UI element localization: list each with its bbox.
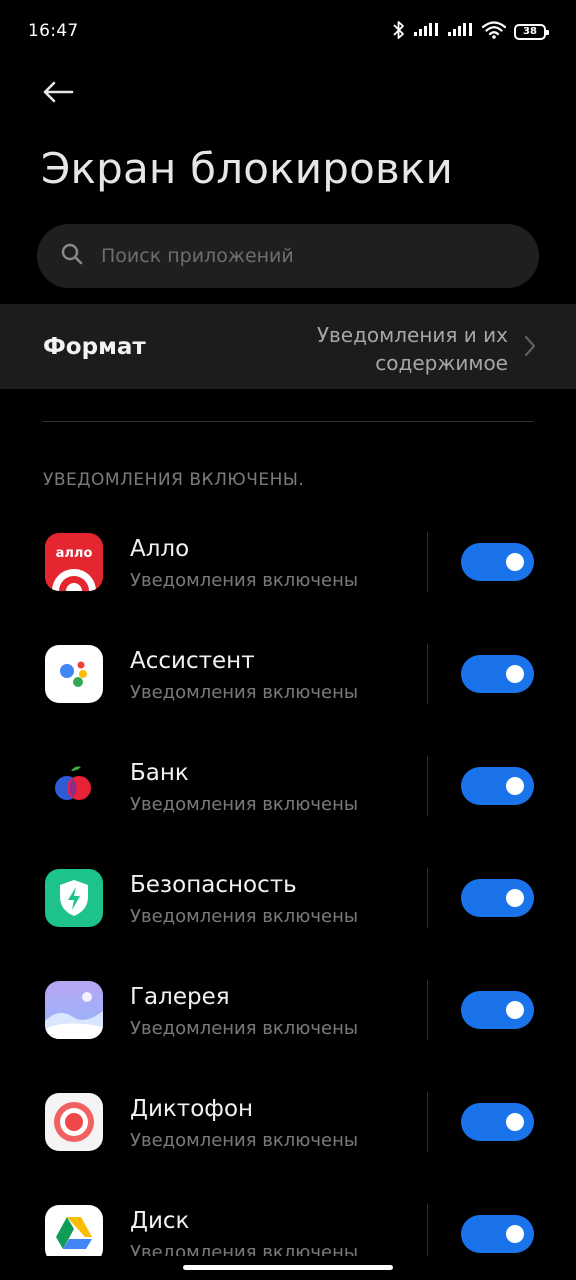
row-separator (427, 532, 428, 592)
battery-level: 38 (523, 26, 537, 37)
divider (43, 421, 533, 422)
format-value-line-2: содержимое (375, 351, 508, 375)
app-name: Галерея (130, 984, 230, 1010)
status-icons: 38 (392, 20, 549, 44)
app-status: Уведомления включены (130, 794, 359, 815)
row-separator (427, 756, 428, 816)
app-name: Банк (130, 760, 189, 786)
app-row-allo[interactable]: алло Алло Уведомления включены (0, 506, 576, 618)
app-status: Уведомления включены (130, 1018, 359, 1039)
status-time: 16:47 (28, 21, 79, 41)
format-value: Уведомления и их содержимое (317, 321, 508, 377)
recorder-app-icon (45, 1093, 103, 1151)
search-icon (61, 243, 83, 269)
app-row-security[interactable]: Безопасность Уведомления включены (0, 842, 576, 954)
toggle-knob (506, 1113, 524, 1131)
toggle-security[interactable] (461, 879, 534, 917)
app-name: Алло (130, 536, 190, 562)
row-separator (427, 1204, 428, 1256)
security-app-icon (45, 869, 103, 927)
toggle-drive[interactable] (461, 1215, 534, 1253)
app-status: Уведомления включены (130, 906, 359, 927)
app-name: Диск (130, 1208, 190, 1234)
section-header: УВЕДОМЛЕНИЯ ВКЛЮЧЕНЫ. (43, 470, 305, 490)
format-value-line-1: Уведомления и их (316, 323, 508, 347)
app-status: Уведомления включены (130, 570, 359, 591)
toggle-knob (506, 1001, 524, 1019)
assistant-app-icon (45, 645, 103, 703)
toggle-gallery[interactable] (461, 991, 534, 1029)
toggle-assistant[interactable] (461, 655, 534, 693)
app-row-recorder[interactable]: Диктофон Уведомления включены (0, 1066, 576, 1178)
app-row-drive[interactable]: Диск Уведомления включены (0, 1178, 576, 1256)
search-box[interactable] (37, 224, 539, 288)
app-name: Ассистент (130, 648, 255, 674)
gallery-app-icon (45, 981, 103, 1039)
search-input[interactable] (99, 244, 483, 268)
toggle-bank[interactable] (461, 767, 534, 805)
app-name: Безопасность (130, 872, 297, 898)
row-separator (427, 1092, 428, 1152)
app-row-bank[interactable]: Банк Уведомления включены (0, 730, 576, 842)
toggle-recorder[interactable] (461, 1103, 534, 1141)
bank-app-icon (45, 757, 103, 815)
app-list[interactable]: алло Алло Уведомления включены Ассистент… (0, 506, 576, 1256)
app-status: Уведомления включены (130, 1130, 359, 1151)
toggle-knob (506, 1225, 524, 1243)
drive-app-icon (45, 1205, 103, 1256)
wifi-icon (481, 21, 507, 43)
allo-app-icon: алло (45, 533, 103, 591)
home-indicator[interactable] (183, 1265, 393, 1270)
app-row-assistant[interactable]: Ассистент Уведомления включены (0, 618, 576, 730)
app-name: Диктофон (130, 1096, 254, 1122)
row-separator (427, 644, 428, 704)
row-separator (427, 980, 428, 1040)
toggle-knob (506, 553, 524, 571)
toggle-allo[interactable] (461, 543, 534, 581)
back-button[interactable] (38, 74, 78, 114)
page-title: Экран блокировки (41, 144, 453, 193)
status-bar: 16:47 38 (0, 0, 576, 64)
app-status: Уведомления включены (130, 682, 359, 703)
bluetooth-icon (392, 20, 406, 44)
format-setting-row[interactable]: Формат Уведомления и их содержимое (0, 304, 576, 389)
row-separator (427, 868, 428, 928)
toggle-knob (506, 777, 524, 795)
battery-icon: 38 (514, 24, 549, 40)
svg-text:алло: алло (56, 546, 93, 561)
signal-icon (414, 22, 440, 42)
chevron-right-icon (524, 334, 536, 362)
app-row-gallery[interactable]: Галерея Уведомления включены (0, 954, 576, 1066)
toggle-knob (506, 889, 524, 907)
app-status: Уведомления включены (130, 1242, 359, 1256)
signal-icon (448, 22, 474, 42)
arrow-left-icon (42, 81, 74, 107)
toggle-knob (506, 665, 524, 683)
format-label: Формат (43, 334, 146, 360)
